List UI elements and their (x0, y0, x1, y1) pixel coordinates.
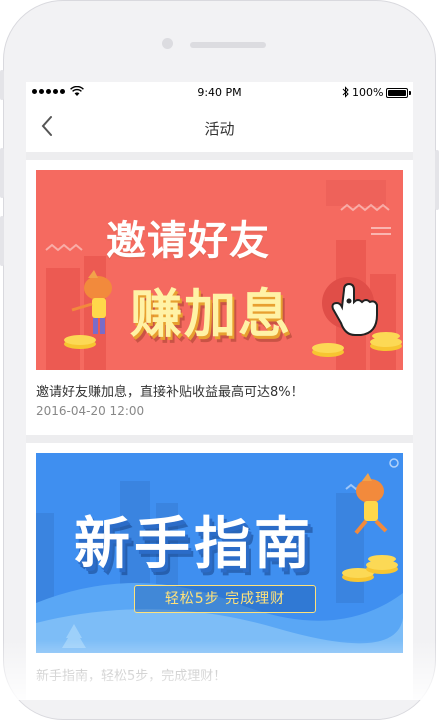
battery-percent: 100% (352, 86, 384, 99)
page-title: 活动 (204, 120, 235, 138)
app-screen: 9:40 PM 100% 活动 邀请好友 赚加息 邀请好友赚加息，直接补贴收益最… (26, 82, 413, 700)
invite-banner-headline: 邀请好友 (106, 218, 270, 264)
activity-date: 2016-04-20 12:00 (36, 404, 145, 418)
invite-banner-image[interactable]: 邀请好友 赚加息 (36, 170, 403, 370)
power-button (435, 150, 439, 210)
activity-title[interactable]: 新手指南，轻松5步，完成理财！ (36, 665, 226, 684)
front-camera (162, 38, 173, 49)
navigation-bar: 活动 (26, 102, 413, 152)
activity-title[interactable]: 邀请好友赚加息，直接补贴收益最高可达8%！ (36, 381, 304, 400)
mute-switch (0, 70, 4, 100)
guide-banner-image[interactable]: 新手指南 轻松5步 完成理财 (36, 453, 403, 653)
status-bar: 9:40 PM 100% (26, 82, 413, 102)
activity-card-invite[interactable]: 邀请好友 赚加息 邀请好友赚加息，直接补贴收益最高可达8%！ 2016-04-2… (26, 160, 413, 435)
bluetooth-icon (342, 86, 349, 98)
guide-banner-subline: 轻松5步 完成理财 (134, 585, 316, 613)
volume-up-button (0, 148, 4, 198)
volume-down-button (0, 216, 4, 266)
invite-banner-subheadline: 赚加息 (130, 285, 293, 345)
earpiece-speaker (190, 42, 266, 48)
battery-icon (386, 88, 411, 98)
activity-card-guide[interactable]: 新手指南 轻松5步 完成理财 新手指南，轻松5步，完成理财！ (26, 443, 413, 700)
guide-banner-headline: 新手指南 (74, 512, 314, 577)
